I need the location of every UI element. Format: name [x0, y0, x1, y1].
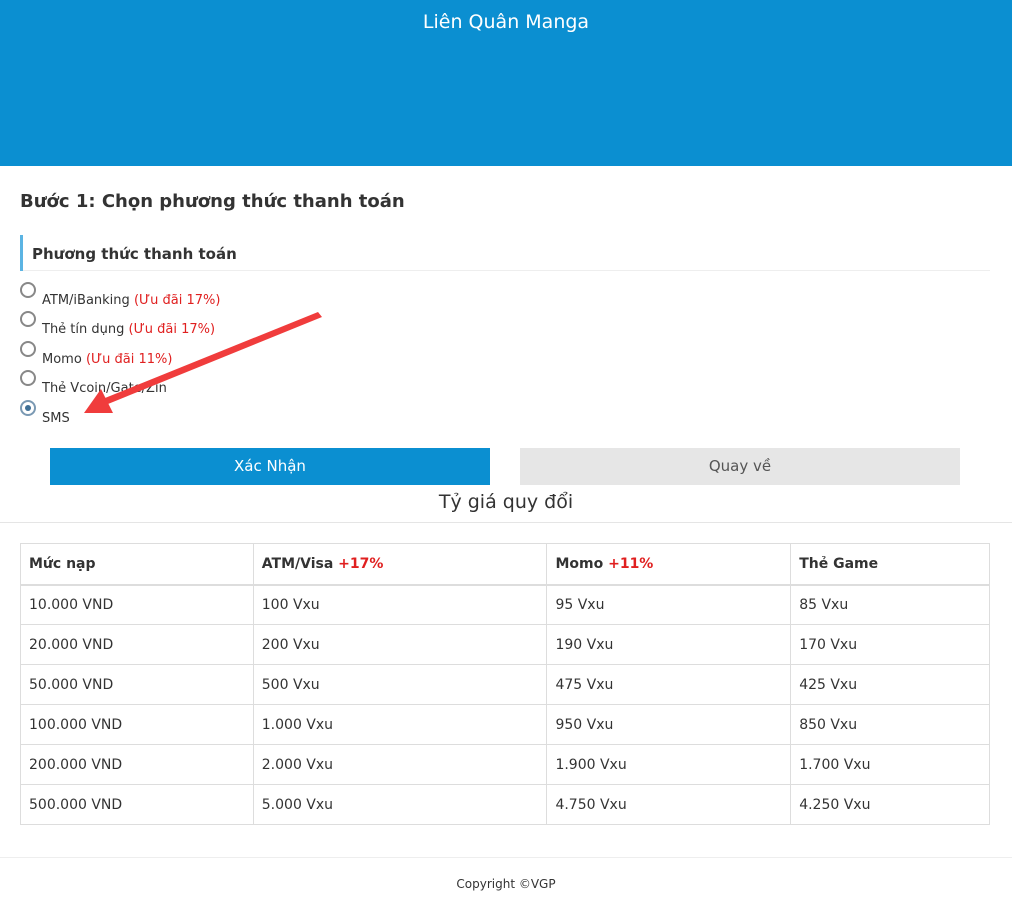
table-cell: 10.000 VND [20, 584, 254, 625]
footer-divider [0, 857, 1012, 858]
header-banner: Liên Quân Manga [0, 0, 1012, 166]
table-cell: 850 Vxu [790, 704, 990, 745]
radio-game-card[interactable] [20, 370, 36, 386]
table-cell: 1.700 Vxu [790, 744, 990, 785]
table-cell: 425 Vxu [790, 664, 990, 705]
site-title[interactable]: Liên Quân Manga [0, 11, 1012, 33]
table-row: 200.000 VND 2.000 Vxu 1.900 Vxu 1.700 Vx… [20, 744, 990, 785]
table-cell: 170 Vxu [790, 624, 990, 665]
table-header-row: Mức nạp ATM/Visa +17% Momo +11% Thẻ Game [20, 543, 990, 586]
table-cell: 500.000 VND [20, 784, 254, 825]
payment-option-atm[interactable]: ATM/iBanking (Ưu đãi 17%) [20, 282, 420, 310]
step-title: Bước 1: Chọn phương thức thanh toán [20, 191, 405, 212]
bonus-badge: +17% [338, 555, 384, 572]
table-cell: 5.000 Vxu [252, 784, 548, 825]
table-cell: 200 Vxu [252, 624, 548, 665]
divider [0, 522, 1012, 523]
payment-method-heading: Phương thức thanh toán [20, 235, 990, 271]
column-header-game-card: Thẻ Game [790, 543, 990, 586]
radio-sms-selected[interactable] [20, 400, 36, 416]
radio-credit-card[interactable] [20, 311, 36, 327]
table-cell: 100.000 VND [20, 704, 254, 745]
column-header-momo: Momo +11% [546, 543, 792, 586]
table-row: 10.000 VND 100 Vxu 95 Vxu 85 Vxu [20, 584, 990, 625]
payment-option-game-card[interactable]: Thẻ Vcoin/Gate/Zin [20, 370, 420, 398]
payment-option-label: ATM/iBanking (Ưu đãi 17%) [42, 293, 221, 308]
table-cell: 100 Vxu [252, 584, 548, 625]
radio-atm[interactable] [20, 282, 36, 298]
payment-option-label: Thẻ tín dụng (Ưu đãi 17%) [42, 322, 216, 337]
payment-option-label: SMS [42, 411, 70, 426]
copyright-text: Copyright ©VGP [456, 877, 556, 891]
exchange-rate-title: Tỷ giá quy đổi [438, 491, 574, 513]
payment-option-credit-card[interactable]: Thẻ tín dụng (Ưu đãi 17%) [20, 311, 420, 339]
confirm-button[interactable]: Xác Nhận [50, 448, 490, 485]
heading-accent-bar [20, 235, 23, 271]
table-cell: 1.900 Vxu [546, 744, 792, 785]
payment-option-momo[interactable]: Momo (Ưu đãi 11%) [20, 341, 420, 369]
column-header-amount: Mức nạp [20, 543, 254, 586]
back-button[interactable]: Quay về [520, 448, 960, 485]
offer-badge: (Ưu đãi 17%) [133, 293, 221, 308]
table-cell: 20.000 VND [20, 624, 254, 665]
offer-badge: (Ưu đãi 17%) [128, 322, 216, 337]
table-cell: 4.250 Vxu [790, 784, 990, 825]
radio-momo[interactable] [20, 341, 36, 357]
table-row: 100.000 VND 1.000 Vxu 950 Vxu 850 Vxu [20, 704, 990, 745]
table-cell: 475 Vxu [546, 664, 792, 705]
table-cell: 200.000 VND [20, 744, 254, 785]
column-header-atm-visa: ATM/Visa +17% [252, 543, 548, 586]
table-row: 50.000 VND 500 Vxu 475 Vxu 425 Vxu [20, 664, 990, 705]
payment-option-label: Momo (Ưu đãi 11%) [42, 352, 173, 367]
table-cell: 85 Vxu [790, 584, 990, 625]
payment-option-sms[interactable]: SMS [20, 400, 420, 428]
table-cell: 4.750 Vxu [546, 784, 792, 825]
table-cell: 95 Vxu [546, 584, 792, 625]
table-row: 20.000 VND 200 Vxu 190 Vxu 170 Vxu [20, 624, 990, 665]
payment-method-heading-label: Phương thức thanh toán [32, 245, 237, 263]
table-cell: 190 Vxu [546, 624, 792, 665]
table-cell: 950 Vxu [546, 704, 792, 745]
table-cell: 50.000 VND [20, 664, 254, 705]
payment-option-label: Thẻ Vcoin/Gate/Zin [42, 381, 167, 396]
exchange-rate-table: Mức nạp ATM/Visa +17% Momo +11% Thẻ Game… [20, 543, 990, 825]
table-cell: 500 Vxu [252, 664, 548, 705]
table-cell: 2.000 Vxu [252, 744, 548, 785]
table-cell: 1.000 Vxu [252, 704, 548, 745]
table-row: 500.000 VND 5.000 Vxu 4.750 Vxu 4.250 Vx… [20, 784, 990, 825]
bonus-badge: +11% [608, 555, 654, 572]
offer-badge: (Ưu đãi 11%) [85, 352, 173, 367]
